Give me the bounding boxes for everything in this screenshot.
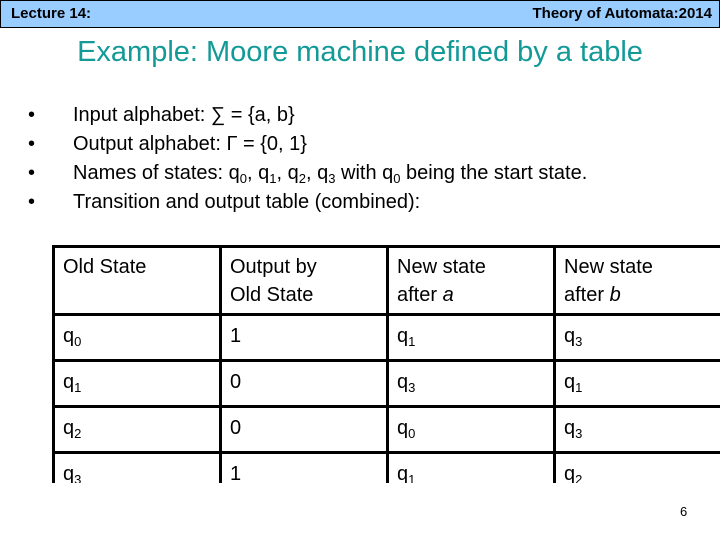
bullet-state-names: • Names of states: q0, q1, q2, q3 with q… [28, 159, 587, 188]
slide-title: Example: Moore machine defined by a tabl… [77, 36, 643, 68]
header-output: Output by Old State [219, 245, 389, 316]
header-after-a: New state after a [386, 245, 556, 316]
cell-after-a: q1 [386, 451, 556, 483]
cell-output: 0 [219, 359, 389, 408]
bullet-text: Names of states: q0, q1, q2, q3 with q0 … [73, 162, 588, 186]
transition-table-container: Old State Output by Old State New state af… [52, 245, 720, 483]
bullet-icon: • [28, 162, 36, 184]
header-after-b: New state after b [553, 245, 720, 316]
cell-after-b: q3 [553, 313, 720, 362]
header-old-state: Old State [52, 245, 222, 316]
table-row: q0 1 q1 q3 [52, 313, 720, 362]
course-label: Theory of Automata:2014 [532, 5, 712, 22]
cell-after-a: q1 [386, 313, 556, 362]
page-number: 6 [680, 504, 688, 519]
bullet-list: • Input alphabet: ∑ = {a, b} • Output al… [28, 101, 587, 217]
cell-output: 1 [219, 313, 389, 362]
cell-after-a: q0 [386, 405, 556, 454]
bullet-input-alphabet: • Input alphabet: ∑ = {a, b} [28, 101, 587, 130]
cell-output: 1 [219, 451, 389, 483]
bullet-text: Transition and output table (combined): [73, 191, 421, 213]
cell-after-a: q3 [386, 359, 556, 408]
bullet-table-intro: • Transition and output table (combined)… [28, 188, 587, 217]
cell-old-state: q2 [52, 405, 222, 454]
table-header-row: Old State Output by Old State New state af… [52, 245, 720, 316]
cell-old-state: q0 [52, 313, 222, 362]
lecture-label: Lecture 14: [11, 5, 92, 22]
bullet-icon: • [28, 104, 36, 126]
bullet-icon: • [28, 191, 36, 213]
cell-old-state: q1 [52, 359, 222, 408]
table-row: q3 1 q1 q2 [52, 451, 720, 483]
table-row: q1 0 q3 q1 [52, 359, 720, 408]
bullet-output-alphabet: • Output alphabet: Γ = {0, 1} [28, 130, 587, 159]
header-band: Lecture 14: Theory of Automata:2014 [0, 0, 720, 28]
table-row: q2 0 q0 q3 [52, 405, 720, 454]
bullet-icon: • [28, 133, 36, 155]
cell-after-b: q3 [553, 405, 720, 454]
cell-after-b: q2 [553, 451, 720, 483]
cell-after-b: q1 [553, 359, 720, 408]
bullet-text: Input alphabet: ∑ = {a, b} [73, 104, 295, 126]
bullet-text: Output alphabet: Γ = {0, 1} [73, 133, 307, 155]
cell-old-state: q3 [52, 451, 222, 483]
transition-output-table: Old State Output by Old State New state af… [52, 245, 720, 483]
cell-output: 0 [219, 405, 389, 454]
